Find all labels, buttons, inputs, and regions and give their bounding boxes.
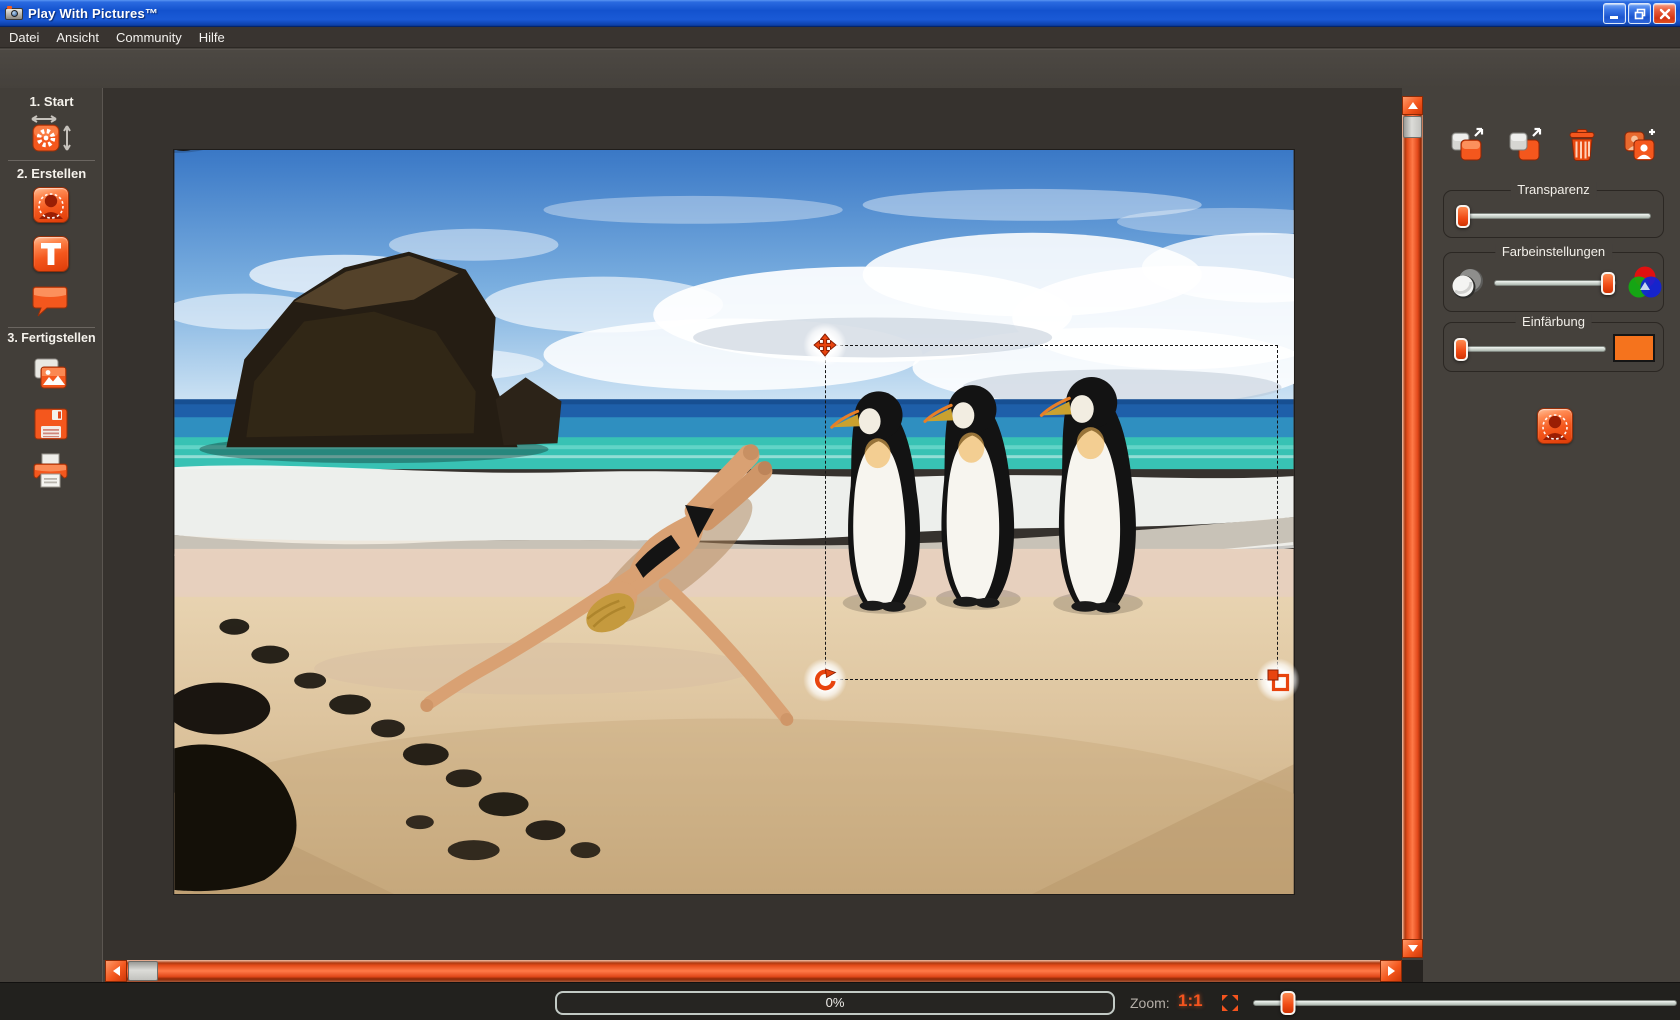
contrast-circles-icon — [1452, 269, 1483, 299]
save-button[interactable] — [33, 407, 69, 441]
zoom-fit-button[interactable] — [1220, 993, 1240, 1013]
menu-hilfe[interactable]: Hilfe — [199, 30, 225, 45]
scale-icon — [1267, 669, 1290, 692]
status-bar: 0% Zoom: 1:1 — [0, 982, 1680, 1020]
speech-bubble-icon — [32, 286, 68, 317]
sidebar-divider — [8, 160, 95, 161]
cutout-person-icon — [1542, 414, 1568, 440]
canvas-size-icon — [31, 115, 71, 152]
section-label-fertigstellen: 3. Fertigstellen — [7, 331, 96, 345]
rotate-handle[interactable] — [803, 658, 847, 702]
selection-rectangle[interactable] — [825, 345, 1278, 680]
menu-ansicht[interactable]: Ansicht — [56, 30, 99, 45]
text-tool-button[interactable] — [33, 236, 69, 272]
zoom-slider[interactable] — [1253, 991, 1677, 1015]
down-arrow-icon — [1407, 945, 1418, 952]
tint-color-swatch[interactable] — [1613, 334, 1655, 362]
save-icon — [34, 408, 68, 440]
cutout-person-icon — [38, 193, 64, 219]
transparency-slider[interactable] — [1455, 205, 1651, 228]
move-icon — [813, 333, 837, 357]
transparency-slider-thumb[interactable] — [1455, 205, 1470, 228]
window-title: Play With Pictures™ — [28, 5, 159, 21]
add-cutout-icon — [1624, 129, 1655, 161]
transparency-group: Transparenz — [1443, 182, 1664, 238]
camera-app-icon — [5, 5, 23, 21]
progress-value: 0% — [825, 995, 845, 1010]
color-settings-label: Farbeinstellungen — [1494, 244, 1613, 259]
rotate-icon — [815, 668, 837, 691]
cutout-person-button[interactable] — [33, 187, 69, 223]
vertical-scrollbar[interactable] — [1402, 96, 1423, 958]
right-arrow-icon — [1387, 966, 1395, 976]
export-image-icon — [34, 358, 67, 389]
rgb-circles-icon[interactable] — [1626, 264, 1664, 302]
color-settings-slider-thumb[interactable] — [1600, 272, 1615, 295]
vertical-scroll-thumb[interactable] — [1403, 116, 1422, 138]
horizontal-scroll-thumb[interactable] — [128, 961, 158, 981]
add-cutout-button[interactable] — [1622, 127, 1658, 163]
left-arrow-icon — [112, 966, 120, 976]
scroll-left-button[interactable] — [105, 960, 127, 982]
tint-label: Einfärbung — [1515, 314, 1592, 329]
export-image-button[interactable] — [31, 356, 69, 394]
canvas-size-button[interactable] — [24, 114, 80, 160]
editing-canvas — [103, 88, 1402, 960]
menu-bar: Datei Ansicht Community Hilfe — [0, 27, 1680, 48]
zoom-slider-thumb[interactable] — [1280, 991, 1296, 1015]
step-sidebar: 1. Start 2. Erstellen 3. Fertigstellen — [0, 88, 103, 982]
restore-button[interactable] — [1628, 3, 1651, 24]
menu-community[interactable]: Community — [116, 30, 182, 45]
tint-group: Einfärbung — [1443, 314, 1664, 372]
title-bar: Play With Pictures™ — [0, 0, 1680, 27]
cutout-person-button[interactable] — [1537, 408, 1573, 444]
trash-icon — [1569, 129, 1595, 161]
close-button[interactable] — [1653, 3, 1676, 24]
close-icon — [1659, 8, 1670, 19]
object-properties-panel: Transparenz Farbeinstellungen Einfärbung — [1423, 88, 1680, 982]
zoom-actual-size-button[interactable]: 1:1 — [1178, 991, 1203, 1011]
transparency-label: Transparenz — [1510, 182, 1597, 197]
application-window: Play With Pictures™ Datei Ansicht Commun… — [0, 0, 1680, 1020]
scroll-up-button[interactable] — [1402, 96, 1423, 115]
minimize-icon — [1609, 15, 1618, 19]
color-settings-slider[interactable] — [1494, 272, 1616, 295]
progress-bar: 0% — [555, 991, 1115, 1015]
tool-strip — [0, 49, 1680, 88]
up-arrow-icon — [1407, 102, 1418, 109]
send-to-back-button[interactable] — [1507, 127, 1543, 163]
scrollbar-corner — [1402, 960, 1423, 982]
color-settings-group: Farbeinstellungen — [1443, 244, 1664, 312]
scroll-right-button[interactable] — [1380, 960, 1402, 982]
scale-handle[interactable] — [1256, 658, 1300, 702]
minimize-button[interactable] — [1603, 3, 1626, 24]
scroll-down-button[interactable] — [1402, 939, 1423, 958]
zoom-label: Zoom: — [1130, 995, 1170, 1011]
fit-to-window-icon — [1222, 995, 1238, 1011]
print-icon — [33, 453, 68, 488]
bring-to-front-button[interactable] — [1449, 127, 1485, 163]
text-tool-icon — [41, 243, 61, 265]
sidebar-divider — [8, 327, 95, 328]
send-to-back-icon — [1509, 127, 1542, 161]
menu-datei[interactable]: Datei — [9, 30, 39, 45]
tint-slider-thumb[interactable] — [1454, 338, 1469, 361]
speech-bubble-button[interactable] — [31, 284, 69, 320]
tint-slider[interactable] — [1454, 338, 1606, 361]
horizontal-scrollbar[interactable] — [105, 960, 1402, 982]
section-label-erstellen: 2. Erstellen — [16, 166, 87, 181]
bring-to-front-icon — [1451, 127, 1484, 161]
delete-button[interactable] — [1564, 127, 1600, 163]
move-handle[interactable] — [803, 323, 847, 367]
print-button[interactable] — [32, 452, 69, 492]
section-label-start: 1. Start — [29, 94, 74, 109]
restore-icon — [1634, 8, 1645, 19]
